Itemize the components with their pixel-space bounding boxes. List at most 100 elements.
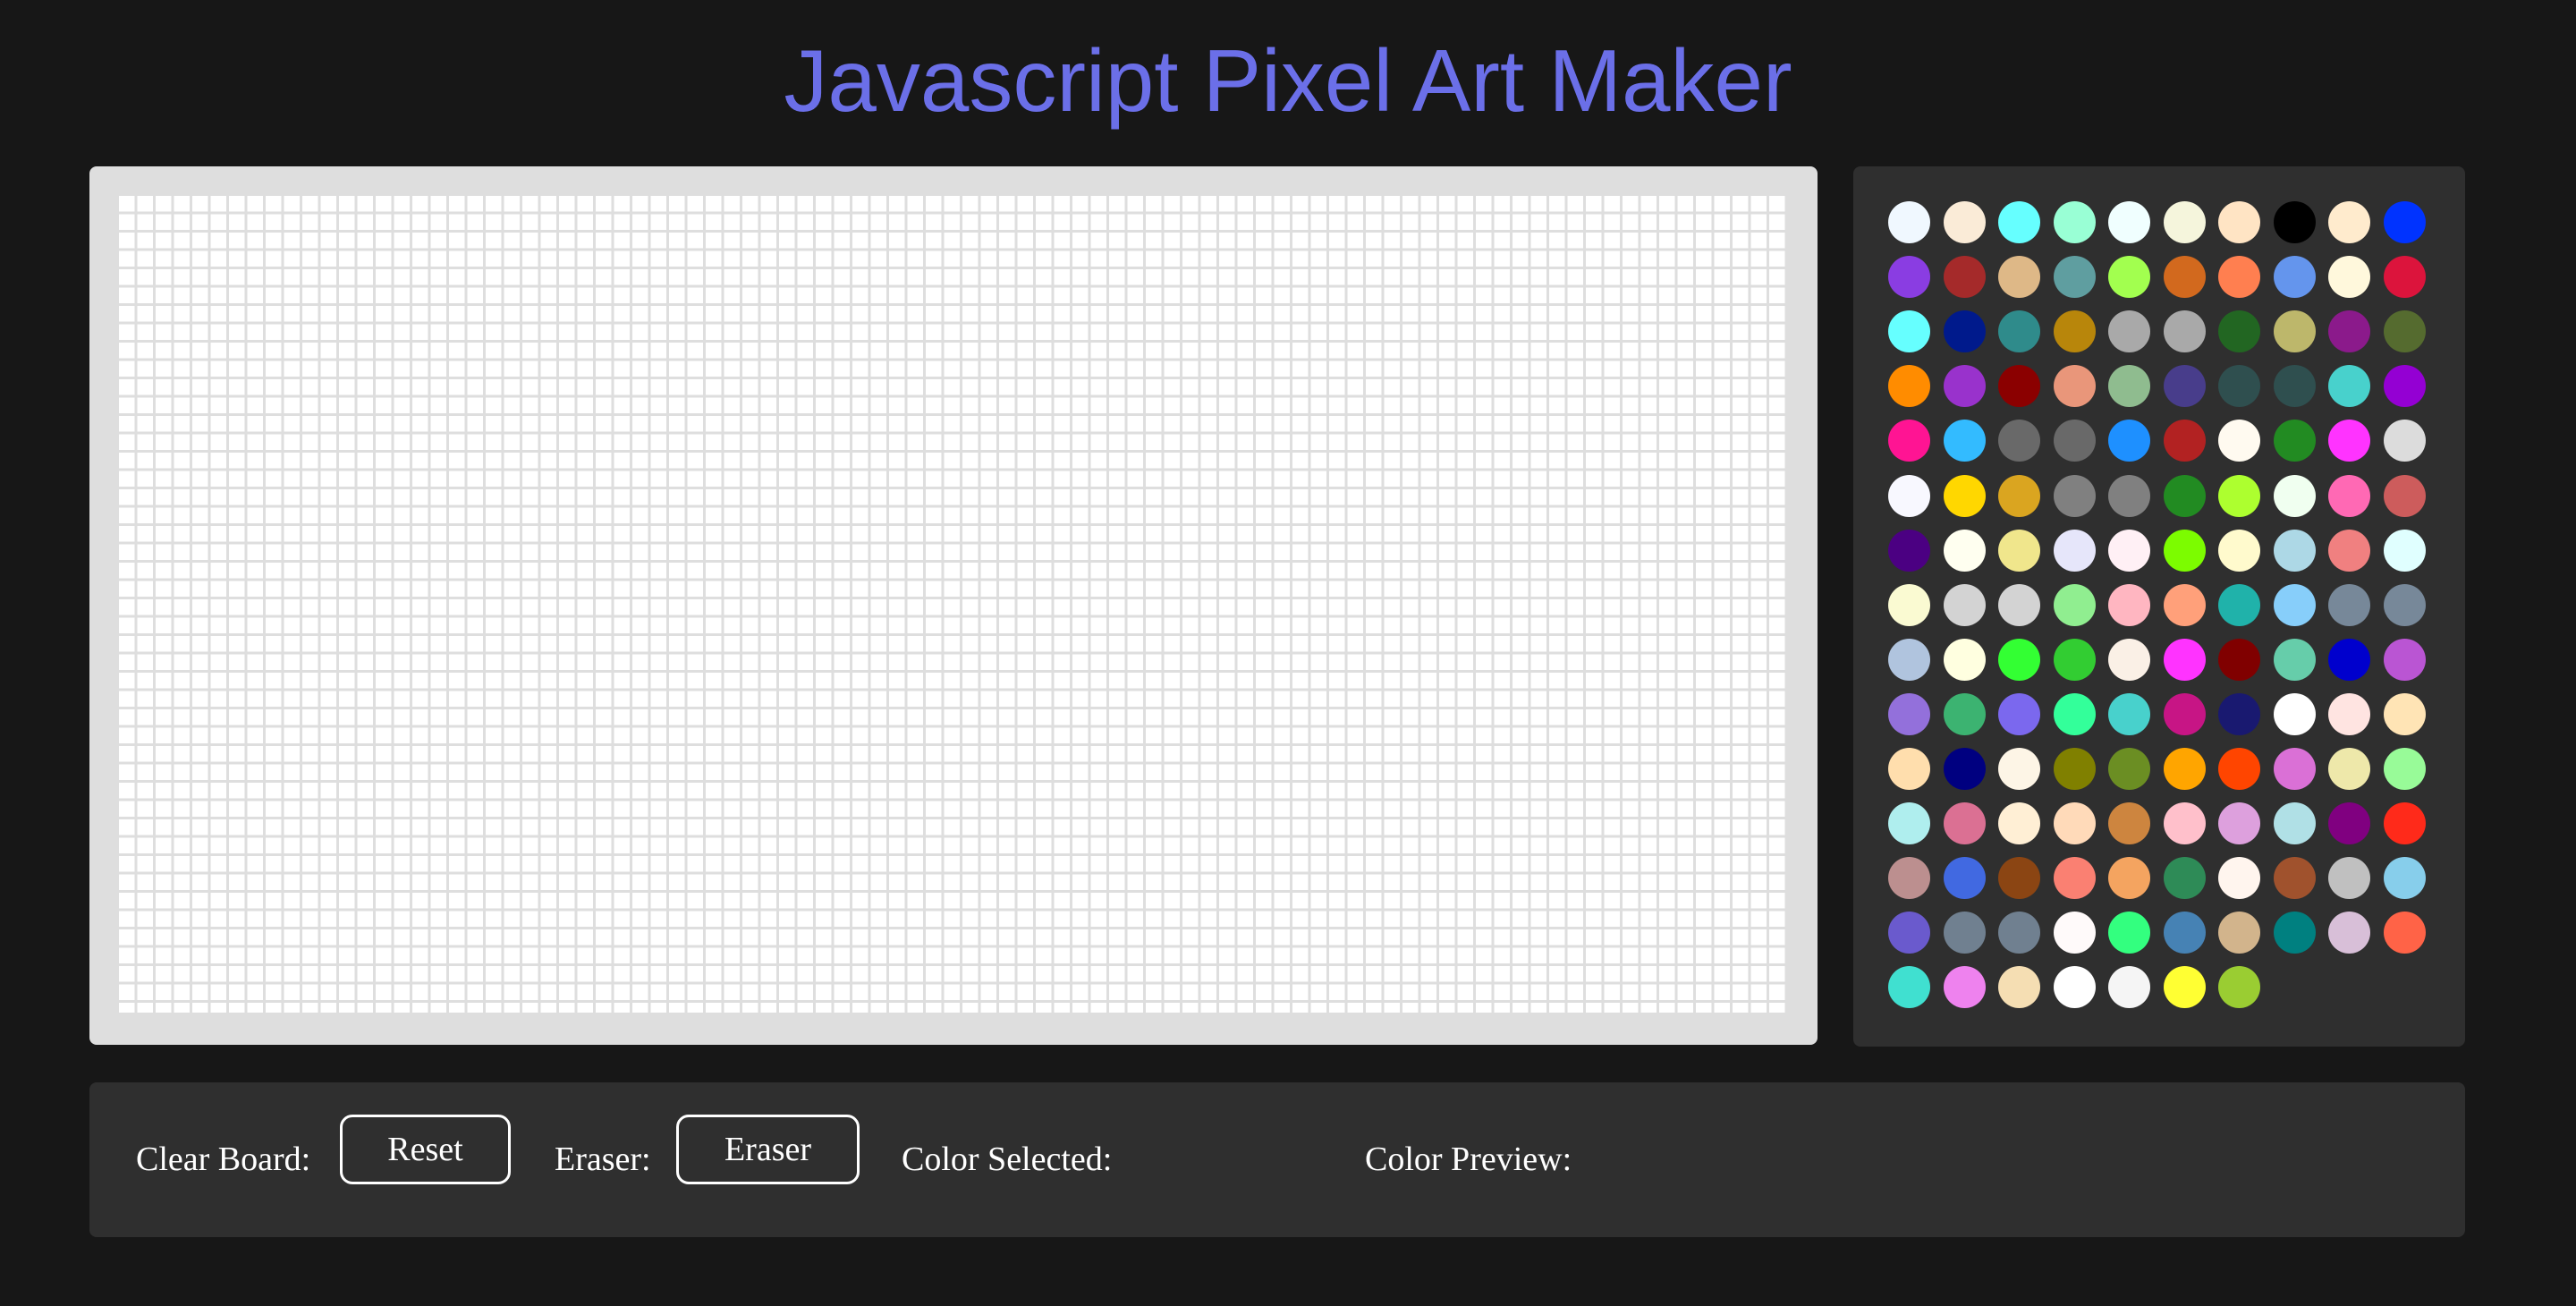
color-swatch[interactable] <box>1943 583 1986 626</box>
color-swatch[interactable] <box>2053 256 2096 299</box>
color-swatch[interactable] <box>1888 638 1930 681</box>
color-swatch[interactable] <box>2108 638 2150 681</box>
color-swatch[interactable] <box>1998 256 2040 299</box>
color-swatch[interactable] <box>2328 474 2370 517</box>
color-swatch[interactable] <box>2163 474 2206 517</box>
color-swatch[interactable] <box>2218 912 2260 954</box>
color-swatch[interactable] <box>2383 365 2426 408</box>
color-swatch[interactable] <box>1888 529 1930 572</box>
color-swatch[interactable] <box>1943 638 1986 681</box>
color-swatch[interactable] <box>2383 638 2426 681</box>
color-swatch[interactable] <box>2383 748 2426 790</box>
color-swatch[interactable] <box>1943 201 1986 243</box>
color-swatch[interactable] <box>2053 201 2096 243</box>
color-swatch[interactable] <box>2383 310 2426 353</box>
color-swatch[interactable] <box>1888 256 1930 299</box>
color-swatch[interactable] <box>2218 529 2260 572</box>
color-swatch[interactable] <box>2218 748 2260 790</box>
color-swatch[interactable] <box>2218 966 2260 1009</box>
color-swatch[interactable] <box>1943 857 1986 900</box>
color-swatch[interactable] <box>1943 912 1986 954</box>
color-swatch[interactable] <box>2383 802 2426 845</box>
color-swatch[interactable] <box>2163 748 2206 790</box>
color-swatch[interactable] <box>1888 692 1930 735</box>
eraser-button[interactable]: Eraser <box>676 1115 860 1184</box>
color-swatch[interactable] <box>2163 201 2206 243</box>
color-swatch[interactable] <box>1888 912 1930 954</box>
color-swatch[interactable] <box>2163 420 2206 462</box>
pixel-canvas-grid[interactable] <box>116 193 1785 1013</box>
color-swatch[interactable] <box>1943 474 1986 517</box>
color-swatch[interactable] <box>2328 365 2370 408</box>
color-swatch[interactable] <box>2108 802 2150 845</box>
color-swatch[interactable] <box>1998 857 2040 900</box>
color-swatch[interactable] <box>2328 201 2370 243</box>
color-swatch[interactable] <box>2053 802 2096 845</box>
color-swatch[interactable] <box>2218 638 2260 681</box>
color-swatch[interactable] <box>2218 201 2260 243</box>
color-swatch[interactable] <box>2383 857 2426 900</box>
color-swatch[interactable] <box>1888 474 1930 517</box>
color-swatch[interactable] <box>2053 365 2096 408</box>
color-swatch[interactable] <box>2383 529 2426 572</box>
color-swatch[interactable] <box>1888 748 1930 790</box>
color-swatch[interactable] <box>2163 583 2206 626</box>
color-swatch[interactable] <box>2328 748 2370 790</box>
color-swatch[interactable] <box>1998 365 2040 408</box>
color-swatch[interactable] <box>2053 857 2096 900</box>
color-swatch[interactable] <box>2218 256 2260 299</box>
color-swatch[interactable] <box>2108 310 2150 353</box>
color-swatch[interactable] <box>1998 583 2040 626</box>
color-swatch[interactable] <box>2328 256 2370 299</box>
color-swatch[interactable] <box>1998 748 2040 790</box>
reset-button[interactable]: Reset <box>340 1115 511 1184</box>
color-swatch[interactable] <box>2218 365 2260 408</box>
color-swatch[interactable] <box>2383 692 2426 735</box>
color-swatch[interactable] <box>2218 420 2260 462</box>
color-swatch[interactable] <box>1998 529 2040 572</box>
color-swatch[interactable] <box>2328 583 2370 626</box>
color-swatch[interactable] <box>2108 966 2150 1009</box>
color-swatch[interactable] <box>2273 474 2316 517</box>
color-swatch[interactable] <box>1998 310 2040 353</box>
color-swatch[interactable] <box>2328 857 2370 900</box>
color-swatch[interactable] <box>1998 638 2040 681</box>
color-swatch[interactable] <box>2108 912 2150 954</box>
color-swatch[interactable] <box>2273 201 2316 243</box>
color-swatch[interactable] <box>2163 857 2206 900</box>
color-swatch[interactable] <box>2218 692 2260 735</box>
color-swatch[interactable] <box>2163 310 2206 353</box>
color-swatch[interactable] <box>2053 912 2096 954</box>
color-swatch[interactable] <box>2273 802 2316 845</box>
color-swatch[interactable] <box>2328 692 2370 735</box>
color-swatch[interactable] <box>2108 474 2150 517</box>
color-swatch[interactable] <box>2383 420 2426 462</box>
color-swatch[interactable] <box>1998 692 2040 735</box>
color-swatch[interactable] <box>1998 966 2040 1009</box>
color-swatch[interactable] <box>1943 748 1986 790</box>
color-swatch[interactable] <box>2163 365 2206 408</box>
color-swatch[interactable] <box>1943 692 1986 735</box>
color-swatch[interactable] <box>2383 474 2426 517</box>
color-swatch[interactable] <box>1998 912 2040 954</box>
color-swatch[interactable] <box>2218 310 2260 353</box>
color-swatch[interactable] <box>1888 201 1930 243</box>
color-swatch[interactable] <box>1998 420 2040 462</box>
color-swatch[interactable] <box>2163 256 2206 299</box>
color-swatch[interactable] <box>2273 529 2316 572</box>
color-swatch[interactable] <box>2053 583 2096 626</box>
color-swatch[interactable] <box>2163 912 2206 954</box>
color-swatch[interactable] <box>2273 638 2316 681</box>
color-swatch[interactable] <box>2273 857 2316 900</box>
color-swatch[interactable] <box>2218 583 2260 626</box>
color-swatch[interactable] <box>1943 802 1986 845</box>
color-swatch[interactable] <box>2273 912 2316 954</box>
color-swatch[interactable] <box>1943 529 1986 572</box>
color-swatch[interactable] <box>2218 474 2260 517</box>
color-swatch[interactable] <box>2108 748 2150 790</box>
color-swatch[interactable] <box>2053 420 2096 462</box>
color-swatch[interactable] <box>2328 638 2370 681</box>
color-swatch[interactable] <box>2108 201 2150 243</box>
color-swatch[interactable] <box>2053 474 2096 517</box>
color-swatch[interactable] <box>1888 857 1930 900</box>
